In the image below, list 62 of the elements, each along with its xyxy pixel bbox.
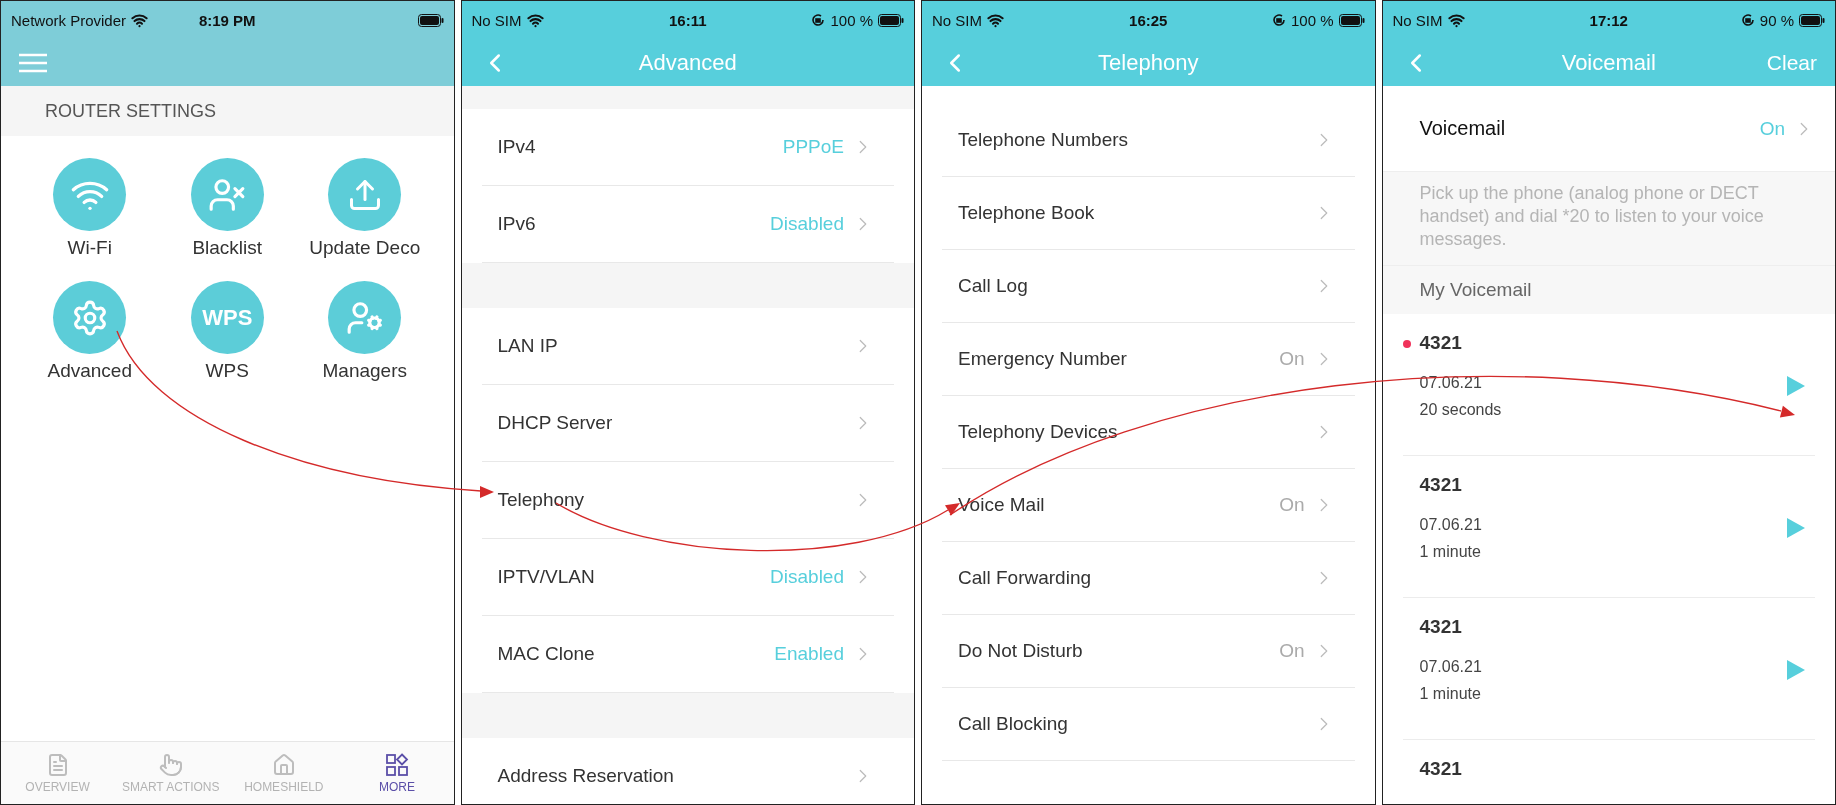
- wifi-signal-icon: [131, 11, 149, 29]
- wifi-signal-icon: [526, 11, 544, 29]
- message-duration: 1 minute: [1419, 685, 1481, 703]
- status-time: 16:25: [1129, 11, 1168, 29]
- section-title: My Voicemail: [1419, 279, 1532, 301]
- rotation-lock-icon: [1740, 13, 1755, 27]
- caller-number: 4321: [1419, 758, 1462, 780]
- carrier-text: No SIM: [932, 11, 982, 29]
- carrier-text: No SIM: [471, 11, 522, 29]
- play-icon[interactable]: [1787, 660, 1805, 680]
- settings-row[interactable]: Telephone Book: [942, 177, 1355, 250]
- settings-row[interactable]: Call Log: [942, 250, 1355, 323]
- help-text: Pick up the phone (analog phone or DECT handset) and dial *20 to listen to your voice messages.: [1382, 171, 1835, 265]
- house-icon: [271, 752, 296, 777]
- unread-dot: [1402, 340, 1411, 348]
- wifi-signal-icon: [1447, 11, 1465, 29]
- caller-number: 4321: [1419, 474, 1462, 496]
- settings-row[interactable]: IPTV/VLAN Disabled: [481, 539, 894, 616]
- message-date: 07.06.21: [1419, 658, 1482, 676]
- settings-row[interactable]: Emergency Number On: [942, 323, 1355, 396]
- settings-tile[interactable]: Update Deco: [309, 158, 421, 259]
- caller-number: 4321: [1419, 616, 1462, 638]
- play-icon[interactable]: [1787, 518, 1805, 538]
- rotation-lock-icon: [1271, 13, 1286, 27]
- settings-row[interactable]: DHCP Server: [481, 385, 894, 462]
- battery-percent: 90 %: [1759, 11, 1794, 29]
- caller-number: 4321: [1419, 332, 1462, 354]
- rotation-lock-icon: [811, 13, 826, 27]
- battery-icon: [878, 13, 904, 27]
- settings-row[interactable]: Address Reservation: [481, 738, 894, 804]
- message-duration: 20 seconds: [1419, 401, 1502, 419]
- battery-icon: [1799, 13, 1825, 27]
- carrier-text: Network Provider: [11, 11, 127, 29]
- message-date: 07.06.21: [1419, 374, 1482, 392]
- battery-percent: 100 %: [830, 11, 873, 29]
- settings-row[interactable]: LAN IP: [481, 308, 894, 385]
- status-time: 16:11: [669, 11, 707, 29]
- hand-pointer-icon: [158, 752, 183, 777]
- grid-icon: [384, 752, 409, 777]
- settings-row[interactable]: Call Forwarding: [942, 542, 1355, 615]
- status-time: 17:12: [1589, 11, 1628, 29]
- battery-icon: [417, 13, 444, 27]
- status-time: 8:19 PM: [198, 11, 256, 29]
- battery-icon: [1338, 13, 1365, 27]
- screen-title: Telephony: [1098, 49, 1199, 76]
- settings-row[interactable]: Call Blocking: [942, 688, 1355, 761]
- settings-row[interactable]: Telephone Numbers: [942, 104, 1355, 177]
- screen-title: Voicemail: [1561, 49, 1656, 76]
- section-title: ROUTER SETTINGS: [45, 100, 216, 122]
- screen-title: Advanced: [638, 49, 737, 76]
- tile-icon-text: WPS: [202, 304, 253, 331]
- carrier-text: No SIM: [1392, 11, 1443, 29]
- settings-row[interactable]: IPv4 PPPoE: [481, 109, 894, 186]
- settings-row[interactable]: Do Not Disturb On: [942, 615, 1355, 688]
- menu-button[interactable]: [19, 52, 47, 73]
- message-duration: 1 minute: [1419, 543, 1481, 561]
- wifi-signal-icon: [987, 11, 1004, 29]
- settings-row[interactable]: Telephony Devices: [942, 396, 1355, 469]
- play-icon[interactable]: [1787, 376, 1805, 396]
- nav-tab[interactable]: MORE: [340, 742, 454, 804]
- message-date: 07.06.21: [1419, 516, 1482, 534]
- battery-percent: 100 %: [1290, 11, 1334, 29]
